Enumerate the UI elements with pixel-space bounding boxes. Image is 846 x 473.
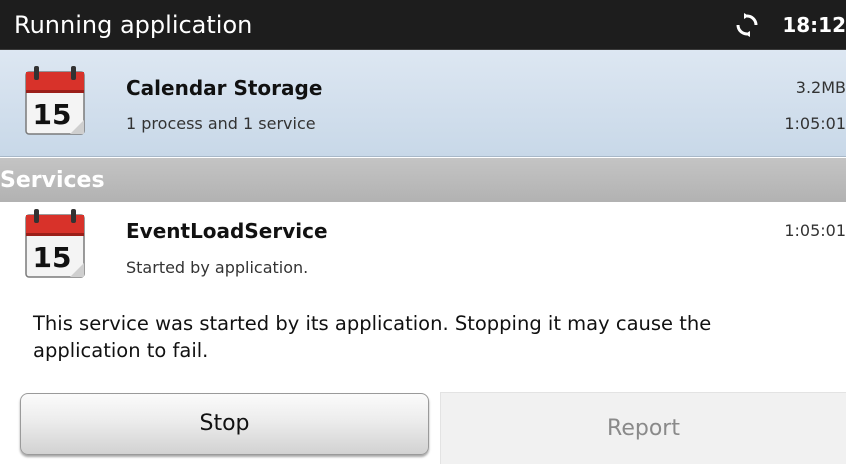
- app-row-calendar-storage[interactable]: 15 Calendar Storage 1 process and 1 serv…: [0, 50, 846, 157]
- svg-text:15: 15: [33, 241, 72, 274]
- service-name: EventLoadService: [126, 219, 328, 243]
- stop-button[interactable]: Stop: [20, 393, 429, 455]
- sync-icon: [735, 13, 759, 37]
- calendar-icon: 15: [22, 64, 90, 138]
- app-elapsed-time: 1:05:01: [784, 114, 846, 133]
- service-status: Started by application.: [126, 258, 309, 277]
- service-description: This service was started by its applicat…: [33, 312, 712, 362]
- section-title: Services: [0, 168, 105, 193]
- svg-text:15: 15: [33, 98, 72, 131]
- app-memory: 3.2MB: [795, 78, 846, 97]
- calendar-icon: 15: [22, 207, 90, 281]
- app-summary: 1 process and 1 service: [126, 114, 316, 133]
- screen-title: Running application: [14, 11, 253, 39]
- title-bar: Running application 18:12: [0, 0, 846, 50]
- report-button[interactable]: Report: [440, 392, 846, 464]
- clock: 18:12: [782, 13, 846, 37]
- service-elapsed-time: 1:05:01: [784, 221, 846, 240]
- services-section-header: Services: [0, 158, 846, 202]
- app-name: Calendar Storage: [126, 76, 323, 100]
